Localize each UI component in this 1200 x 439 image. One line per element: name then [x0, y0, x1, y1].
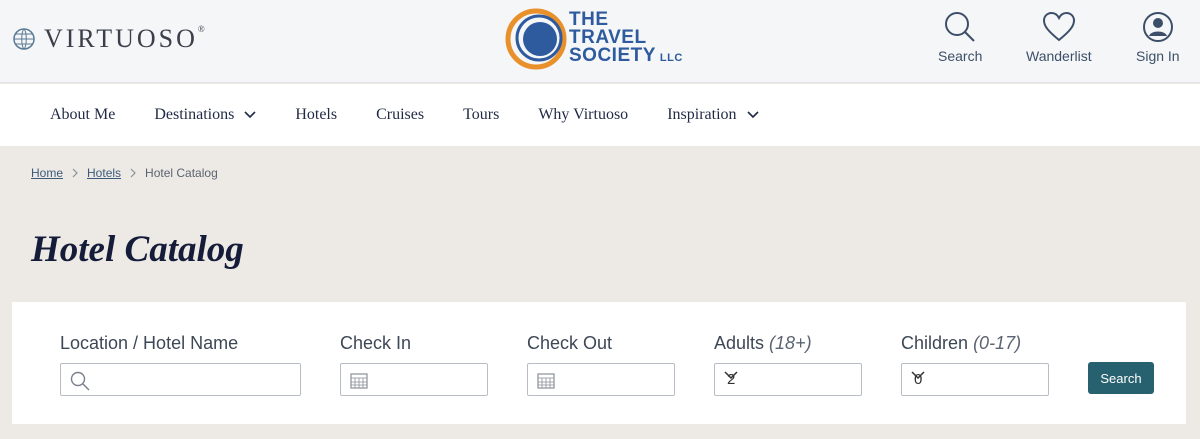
brand-name: VIRTUOSO® — [44, 24, 208, 53]
heart-icon — [1042, 11, 1075, 42]
search-button[interactable]: Search — [1088, 362, 1154, 394]
travel-society-mark — [505, 8, 567, 70]
nav-destinations[interactable]: Destinations — [154, 106, 256, 124]
calendar-icon — [537, 373, 555, 389]
checkin-field-group: Check In — [340, 333, 488, 396]
sign-in-label: Sign In — [1136, 48, 1180, 64]
location-box — [60, 363, 301, 396]
site-header: VIRTUOSO® THE TRAVEL SOCIETY LLC Search W… — [0, 0, 1200, 83]
page-title: Hotel Catalog — [31, 229, 244, 270]
location-input[interactable] — [61, 364, 300, 395]
header-search-button[interactable]: Search — [938, 10, 982, 64]
wanderlist-label: Wanderlist — [1026, 48, 1092, 64]
sign-in-button[interactable]: Sign In — [1136, 10, 1180, 64]
chevron-right-icon — [72, 168, 78, 178]
checkout-label: Check Out — [527, 333, 613, 353]
travel-society-logo[interactable]: THE TRAVEL SOCIETY LLC — [505, 8, 683, 70]
children-field-group: Children (0-17) 0 — [901, 333, 1049, 396]
virtuoso-logo[interactable]: VIRTUOSO® — [12, 24, 208, 54]
travel-society-wordmark: THE TRAVEL SOCIETY LLC — [569, 9, 683, 66]
hotel-search-panel: Location / Hotel Name Check In Check Out — [12, 302, 1186, 424]
breadcrumb-hotels[interactable]: Hotels — [87, 166, 121, 180]
nav-about-me[interactable]: About Me — [50, 106, 115, 124]
nav-hotels[interactable]: Hotels — [295, 106, 337, 124]
search-icon — [70, 371, 90, 391]
globe-icon — [13, 28, 35, 50]
wanderlist-button[interactable]: Wanderlist — [1026, 10, 1092, 64]
search-icon — [945, 12, 975, 42]
main-nav: About Me Destinations Hotels Cruises Tou… — [0, 84, 1200, 146]
chevron-down-icon — [724, 371, 738, 380]
location-label: Location / Hotel Name — [60, 333, 239, 353]
location-field-group: Location / Hotel Name — [60, 333, 301, 396]
breadcrumb: Home Hotels Hotel Catalog — [31, 166, 218, 180]
nav-cruises[interactable]: Cruises — [376, 106, 424, 124]
children-label: Children (0-17) — [901, 333, 1022, 353]
adults-select[interactable]: 2 — [714, 363, 862, 396]
checkout-field-group: Check Out — [527, 333, 675, 396]
nav-inspiration[interactable]: Inspiration — [667, 106, 759, 124]
breadcrumb-home[interactable]: Home — [31, 166, 63, 180]
breadcrumb-current: Hotel Catalog — [145, 166, 218, 180]
checkin-label: Check In — [340, 333, 412, 353]
adults-field-group: Adults (18+) 2 — [714, 333, 862, 396]
chevron-down-icon — [911, 371, 925, 380]
checkin-input[interactable] — [340, 363, 488, 396]
user-icon — [1142, 12, 1173, 42]
children-select[interactable]: 0 — [901, 363, 1049, 396]
chevron-down-icon — [244, 111, 256, 119]
calendar-icon — [350, 373, 368, 389]
nav-why-virtuoso[interactable]: Why Virtuoso — [538, 106, 628, 124]
adults-label: Adults (18+) — [714, 333, 812, 353]
chevron-down-icon — [746, 111, 759, 119]
checkout-input[interactable] — [527, 363, 675, 396]
nav-tours[interactable]: Tours — [463, 106, 499, 124]
chevron-right-icon — [130, 168, 136, 178]
search-label: Search — [938, 48, 983, 64]
